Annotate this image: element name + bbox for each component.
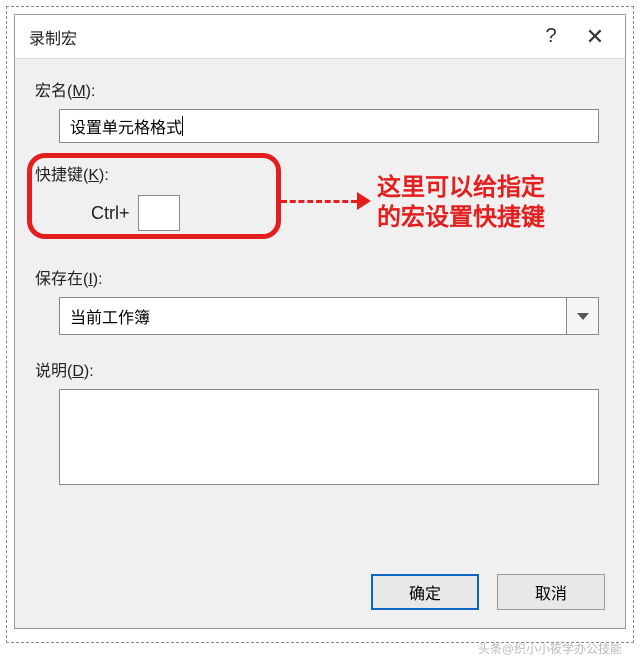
close-icon: ✕ [586,24,604,50]
button-row: 确定 取消 [15,556,625,628]
ok-button[interactable]: 确定 [371,574,479,610]
ctrl-prefix-label: Ctrl+ [91,203,130,224]
save-in-label: 保存在(I): [35,265,605,289]
annotation-text: 这里可以给指定 的宏设置快捷键 [377,173,545,233]
titlebar: 录制宏 ? ✕ [15,15,625,59]
dropdown-button[interactable] [566,298,598,334]
chevron-down-icon [577,313,589,320]
macro-name-input[interactable]: 设置单元格格式 [59,109,599,143]
dialog-title: 录制宏 [29,25,529,49]
help-button[interactable]: ? [529,15,573,59]
help-icon: ? [545,25,556,48]
macro-name-label: 宏名(M): [35,77,605,101]
description-textarea[interactable] [59,389,599,485]
description-section: 说明(D): [35,357,605,485]
shortcut-key-input[interactable] [138,195,180,231]
close-button[interactable]: ✕ [573,15,617,59]
save-in-value: 当前工作簿 [70,304,150,328]
save-in-section: 保存在(I): 当前工作簿 [35,265,605,335]
macro-name-value: 设置单元格格式 [70,114,182,138]
description-label: 说明(D): [35,357,605,381]
dialog-body: 宏名(M): 设置单元格格式 快捷键(K): Ctrl+ 这里可以给指定 的宏设… [15,59,625,556]
record-macro-dialog: 录制宏 ? ✕ 宏名(M): 设置单元格格式 快捷键(K): Ctrl+ [14,14,626,629]
cancel-button[interactable]: 取消 [497,574,605,610]
text-cursor [182,116,183,136]
watermark-text: 头条@织小小筱学办公技能 [478,640,622,657]
save-in-select[interactable]: 当前工作簿 [59,297,599,335]
shortcut-section: 快捷键(K): Ctrl+ 这里可以给指定 的宏设置快捷键 [35,161,605,231]
